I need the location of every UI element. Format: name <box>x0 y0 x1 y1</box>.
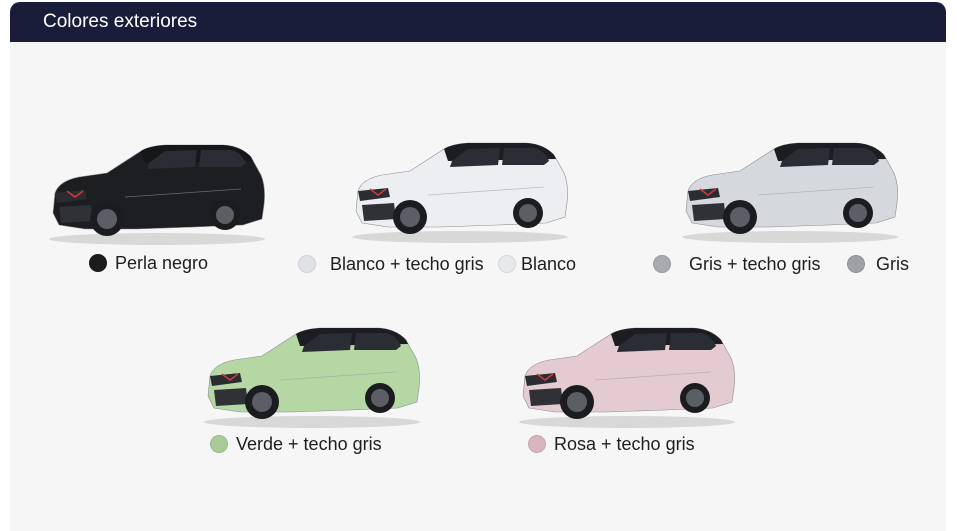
color-dot-icon <box>89 254 107 272</box>
grey-suv-image <box>678 133 903 245</box>
swatch-label: Gris <box>876 253 909 274</box>
swatch-blanco[interactable]: Blanco <box>498 252 576 276</box>
black-suv-image <box>45 135 270 247</box>
swatch-label: Verde + techo gris <box>236 433 382 454</box>
color-dot-icon <box>528 435 546 453</box>
swatch-label: Blanco <box>521 253 577 274</box>
swatch-label: Blanco + techo gris <box>330 253 484 274</box>
swatch-label: Perla negro <box>115 252 209 273</box>
color-dot-icon <box>210 435 228 453</box>
white-suv-image <box>348 133 573 245</box>
color-dot-icon <box>653 255 671 273</box>
swatch-gris[interactable]: Gris <box>847 252 909 276</box>
pink-suv-image <box>515 318 740 430</box>
swatch-rosa-techo-gris[interactable]: Rosa + techo gris <box>528 432 695 456</box>
color-dot-icon <box>847 255 865 273</box>
green-suv-image <box>200 318 425 430</box>
color-dot-icon <box>298 255 316 273</box>
swatch-blanco-techo-gris[interactable]: Blanco + techo gris <box>298 252 484 276</box>
swatch-perla-negro[interactable]: Perla negro <box>89 251 208 275</box>
swatch-label: Rosa + techo gris <box>554 433 695 454</box>
swatch-label: Gris + techo gris <box>689 253 821 274</box>
swatch-gris-techo-gris[interactable]: Gris + techo gris <box>653 252 821 276</box>
panel-title: Colores exteriores <box>10 2 946 42</box>
exterior-colors-panel: Colores exteriores Perla negro Blanco + … <box>10 2 946 531</box>
color-dot-icon <box>498 255 516 273</box>
swatch-verde-techo-gris[interactable]: Verde + techo gris <box>210 432 382 456</box>
